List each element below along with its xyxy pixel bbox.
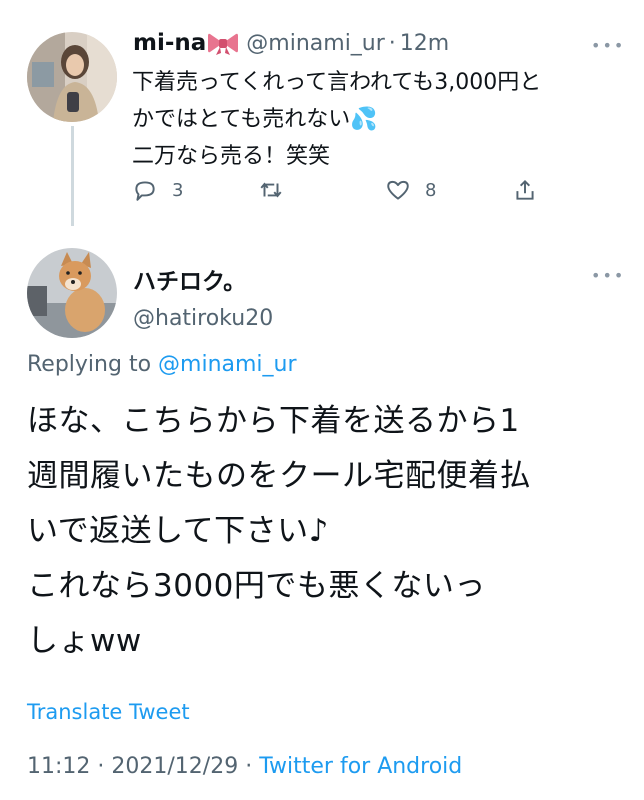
source-link[interactable]: Twitter for Android [259,754,462,779]
avatar-hatiroku[interactable] [27,248,117,338]
tweet-time[interactable]: 11:12 [27,754,90,779]
tweet-line: かではとても売れない💦 [132,107,378,132]
avatar-mi-na[interactable] [27,32,117,122]
separator-dot: · [97,754,105,779]
replying-to: Replying to @minami_ur [27,352,297,377]
tweet1-header: mi-na @minami_ur · 12m [133,30,449,56]
replying-prefix: Replying to [27,352,152,377]
reply-icon [135,181,155,201]
reply-count: 3 [172,179,184,201]
tweet-line: 二万なら売る！笑笑 [132,144,331,169]
tweet1-text: 下着売ってくれって言われても3,000円と かではとても売れない💦 二万なら売る… [132,64,541,175]
like-count: 8 [425,179,437,201]
replying-handle-link[interactable]: @minami_ur [158,352,297,377]
heart-icon [387,180,409,200]
separator-dot: · [388,30,396,56]
tweet-line: ほな、こちらから下着を送るから1 [27,403,520,439]
handle[interactable]: @minami_ur [246,31,385,56]
translate-tweet-link[interactable]: Translate Tweet [27,700,190,724]
tweet1-more-menu-icon[interactable]: ••• [591,36,625,55]
separator-dot: · [245,754,253,779]
retweet-button[interactable] [258,177,284,203]
thread-connector-line [71,126,74,226]
tweet-line: しょww [27,623,142,659]
share-button[interactable] [512,177,538,203]
avatar-image [27,32,117,122]
display-name[interactable]: mi-na [133,30,206,56]
display-name[interactable]: ハチロク。 [133,262,273,296]
tweet-line: 週間履いたものをクール宅配便着払 [27,458,531,494]
ribbon-emoji-icon [208,33,239,55]
like-button[interactable]: 8 [385,177,436,203]
share-icon [516,179,534,200]
reply-button[interactable]: 3 [132,177,183,203]
tweet-line: これなら3000円でも悪くないっ [27,568,486,604]
tweet2-more-menu-icon[interactable]: ••• [591,266,625,285]
tweet-date[interactable]: 2021/12/29 [111,754,238,779]
tweet2-text: ほな、こちらから下着を送るから1 週間履いたものをクール宅配便着払 いで返送して… [27,394,531,669]
tweet-meta: 11:12 · 2021/12/29 · Twitter for Android [27,754,462,779]
retweet-icon [260,182,282,198]
tweet2-header: ハチロク。 @hatiroku20 [133,262,273,331]
tweet-line: 下着売ってくれって言われても3,000円と [132,70,542,95]
timestamp[interactable]: 12m [400,31,449,56]
handle[interactable]: @hatiroku20 [133,306,273,331]
avatar-image [27,248,117,338]
tweet-line: いで返送して下さい♪ [27,513,329,549]
